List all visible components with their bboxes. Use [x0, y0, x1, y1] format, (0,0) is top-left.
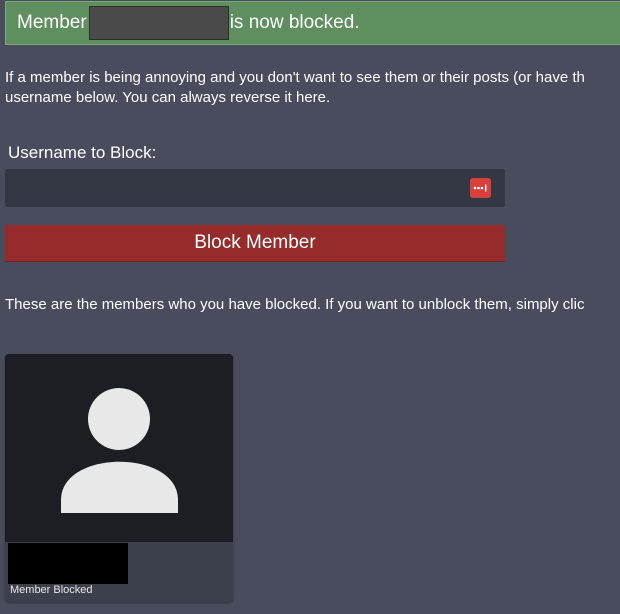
- username-field-wrapper: [5, 169, 505, 207]
- redacted-member-name: [8, 543, 128, 584]
- intro-line-2: username below. You can always reverse i…: [5, 89, 331, 106]
- redacted-username: [88, 6, 229, 40]
- block-member-button[interactable]: Block Member: [5, 225, 505, 262]
- default-user-avatar-icon: [61, 388, 178, 513]
- avatar: [5, 354, 233, 542]
- username-label: Username to Block:: [8, 143, 157, 162]
- success-alert: Member is now blocked.: [5, 1, 620, 45]
- intro-line-1: If a member is being annoying and you do…: [5, 69, 585, 86]
- blocked-members-description: These are the members who you have block…: [5, 296, 585, 313]
- alert-prefix: Member: [17, 12, 87, 33]
- blocked-member-card[interactable]: Member Blocked: [5, 354, 233, 602]
- username-input[interactable]: [5, 169, 505, 207]
- block-members-page: Member is now blocked. If a member is be…: [0, 0, 620, 614]
- dots-icon: [473, 184, 487, 192]
- password-manager-icon[interactable]: [470, 178, 491, 198]
- intro-text: If a member is being annoying and you do…: [5, 68, 620, 108]
- alert-suffix: is now blocked.: [229, 12, 360, 33]
- member-status: Member Blocked: [10, 584, 93, 596]
